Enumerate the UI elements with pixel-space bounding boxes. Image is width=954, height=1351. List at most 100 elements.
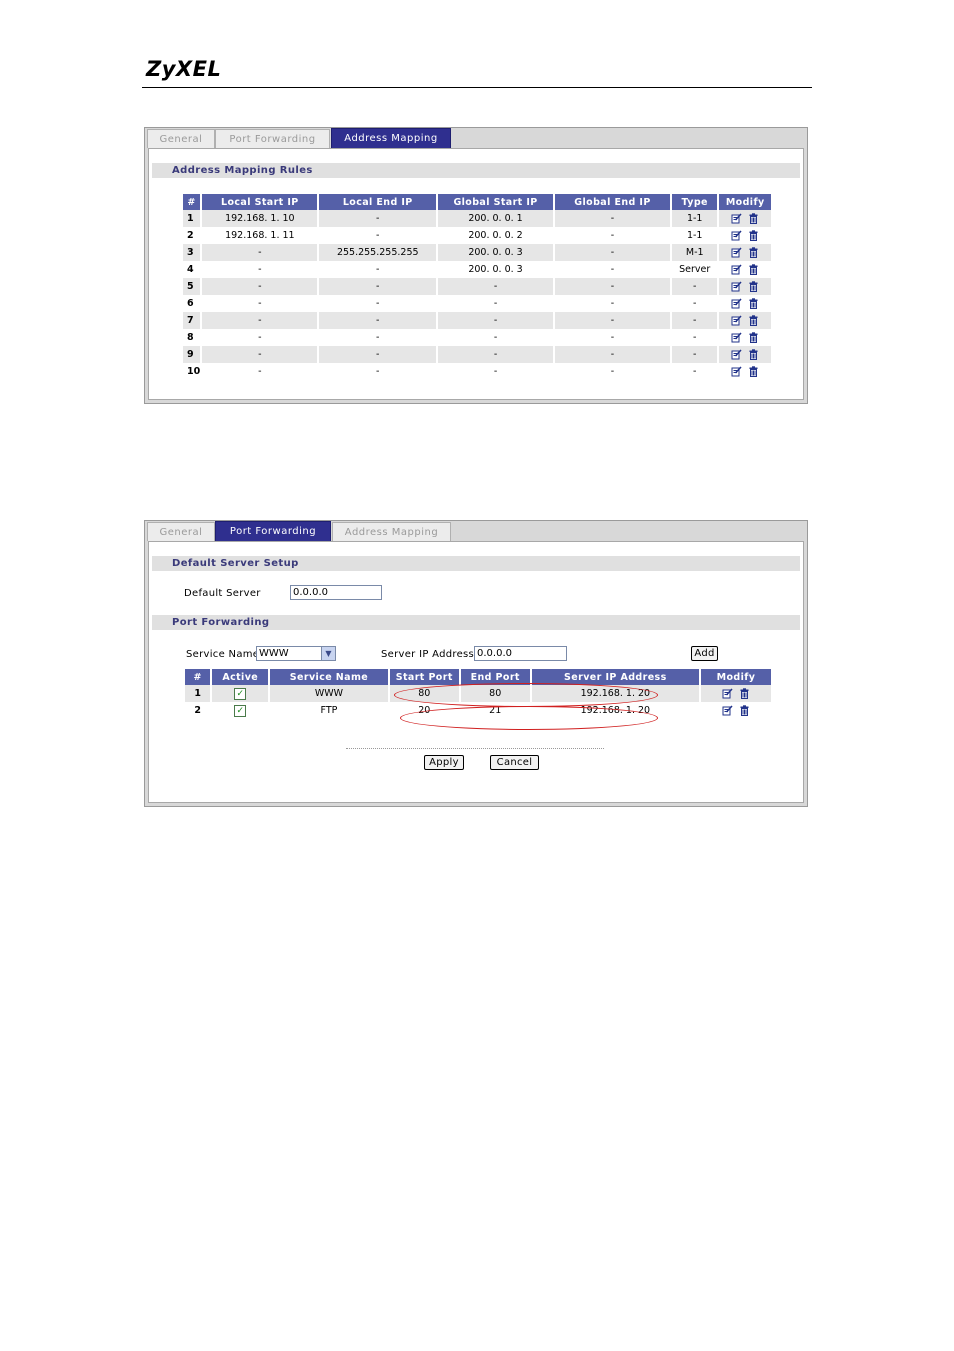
col-server-ip-address: Server IP Address	[530, 669, 702, 685]
local-start-ip-cell: -	[201, 312, 320, 329]
global-start-ip-cell: -	[437, 346, 556, 363]
type-cell: -	[671, 346, 720, 363]
edit-icon[interactable]	[722, 688, 733, 699]
row-number: 8	[183, 329, 203, 346]
trash-icon[interactable]	[748, 366, 759, 377]
edit-icon[interactable]	[731, 349, 742, 360]
global-start-ip-cell: 200. 0. 0. 2	[437, 227, 556, 244]
local-end-ip-cell: -	[318, 363, 439, 380]
trash-icon[interactable]	[748, 281, 759, 292]
global-start-ip-cell: -	[437, 329, 556, 346]
table-row: 9-----	[183, 346, 771, 363]
row-number: 7	[183, 312, 203, 329]
modify-cell	[718, 278, 771, 295]
edit-icon[interactable]	[731, 230, 742, 241]
header-rule	[142, 87, 812, 88]
panel-content: Default Server Setup Default Server 0.0.…	[148, 541, 804, 803]
trash-icon[interactable]	[748, 298, 759, 309]
global-end-ip-cell: -	[554, 278, 672, 295]
trash-icon[interactable]	[748, 332, 759, 343]
trash-icon[interactable]	[748, 247, 759, 258]
local-end-ip-cell: -	[318, 312, 439, 329]
active-checkbox[interactable]: ✓	[234, 687, 247, 700]
col-modify: Modify	[718, 194, 771, 210]
edit-icon[interactable]	[731, 247, 742, 258]
edit-icon[interactable]	[731, 366, 742, 377]
edit-icon[interactable]	[731, 264, 742, 275]
type-cell: -	[671, 295, 720, 312]
edit-icon[interactable]	[731, 298, 742, 309]
tab-general[interactable]: General	[147, 129, 215, 148]
address-mapping-table: # Local Start IP Local End IP Global Sta…	[183, 194, 771, 380]
trash-icon[interactable]	[748, 213, 759, 224]
cancel-button[interactable]: Cancel	[490, 755, 539, 770]
default-server-label: Default Server	[184, 588, 261, 599]
tab-general[interactable]: General	[147, 522, 215, 541]
modify-cell	[718, 227, 771, 244]
global-end-ip-cell: -	[554, 312, 672, 329]
server-ip-cell: 192.168. 1. 20	[530, 702, 702, 719]
type-cell: -	[671, 278, 720, 295]
col-global-start-ip: Global Start IP	[437, 194, 556, 210]
trash-icon[interactable]	[739, 705, 750, 716]
type-cell: 1-1	[671, 227, 720, 244]
row-number: 3	[183, 244, 203, 261]
edit-icon[interactable]	[731, 332, 742, 343]
table-row: 7-----	[183, 312, 771, 329]
address-mapping-panel: General Port Forwarding Address Mapping …	[144, 127, 808, 404]
edit-icon[interactable]	[722, 705, 733, 716]
col-start-port: Start Port	[388, 669, 461, 685]
chevron-down-icon[interactable]: ▼	[321, 647, 335, 660]
tab-port-forwarding[interactable]: Port Forwarding	[215, 129, 330, 148]
local-end-ip-cell: -	[318, 346, 439, 363]
type-cell: -	[671, 329, 720, 346]
trash-icon[interactable]	[748, 315, 759, 326]
modify-cell	[718, 244, 771, 261]
port-forwarding-panel: General Port Forwarding Address Mapping …	[144, 520, 808, 807]
row-number: 2	[185, 702, 213, 719]
server-ip-input[interactable]: 0.0.0.0	[474, 646, 567, 661]
trash-icon[interactable]	[739, 688, 750, 699]
server-ip-label: Server IP Address	[381, 649, 475, 660]
apply-button[interactable]: Apply	[424, 755, 464, 770]
local-start-ip-cell: 192.168. 1. 10	[201, 210, 320, 227]
tab-port-forwarding[interactable]: Port Forwarding	[215, 521, 331, 541]
col-number: #	[185, 669, 213, 685]
trash-icon[interactable]	[748, 230, 759, 241]
table-row: 2 192.168. 1. 11-200. 0. 0. 2-1-1	[183, 227, 771, 244]
col-end-port: End Port	[459, 669, 532, 685]
edit-icon[interactable]	[731, 281, 742, 292]
active-checkbox[interactable]: ✓	[234, 704, 247, 717]
section-address-mapping-rules: Address Mapping Rules	[152, 163, 800, 178]
global-start-ip-cell: -	[437, 278, 556, 295]
divider	[346, 748, 604, 749]
global-end-ip-cell: -	[554, 329, 672, 346]
service-name-select[interactable]: WWW ▼	[256, 646, 336, 661]
global-start-ip-cell: -	[437, 363, 556, 380]
add-button[interactable]: Add	[691, 646, 718, 661]
global-start-ip-cell: 200. 0. 0. 1	[437, 210, 556, 227]
table-row: 2 ✓ FTP 20 21 192.168. 1. 20	[185, 702, 771, 719]
default-server-input[interactable]: 0.0.0.0	[290, 585, 382, 600]
edit-icon[interactable]	[731, 315, 742, 326]
local-end-ip-cell: -	[318, 329, 439, 346]
modify-cell	[700, 702, 771, 719]
col-global-end-ip: Global End IP	[554, 194, 672, 210]
edit-icon[interactable]	[731, 213, 742, 224]
server-ip-cell: 192.168. 1. 20	[530, 685, 702, 702]
global-start-ip-cell: 200. 0. 0. 3	[437, 244, 556, 261]
zyxel-logo: ZyXEL	[146, 57, 222, 81]
local-end-ip-cell: 255.255.255.255	[318, 244, 439, 261]
table-header-row: # Local Start IP Local End IP Global Sta…	[183, 194, 771, 210]
table-row: 1 192.168. 1. 10-200. 0. 0. 1-1-1	[183, 210, 771, 227]
modify-cell	[718, 346, 771, 363]
global-end-ip-cell: -	[554, 210, 672, 227]
row-number: 6	[183, 295, 203, 312]
port-forwarding-rows: 1 ✓ WWW 80 80 192.168. 1. 20 2 ✓ FTP 20 21 192.168.…	[185, 685, 771, 719]
global-end-ip-cell: -	[554, 227, 672, 244]
tab-address-mapping[interactable]: Address Mapping	[331, 128, 451, 148]
trash-icon[interactable]	[748, 264, 759, 275]
trash-icon[interactable]	[748, 349, 759, 360]
service-name-label: Service Name	[186, 649, 260, 660]
tab-address-mapping[interactable]: Address Mapping	[332, 522, 451, 541]
